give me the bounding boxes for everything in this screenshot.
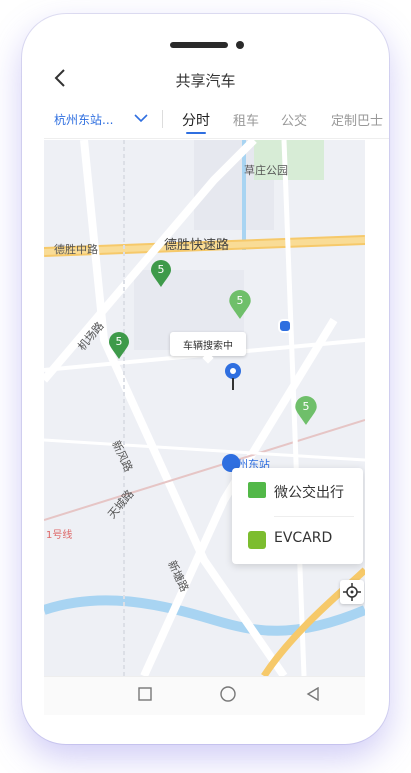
- map-label-desheng-middle: 德胜中路: [54, 243, 98, 256]
- speaker-notch: [170, 42, 228, 48]
- tab-gongjiao[interactable]: 公交: [281, 110, 307, 129]
- camera-dot: [236, 41, 244, 49]
- searching-bubble: 车辆搜索中: [170, 332, 246, 364]
- active-tab-indicator: [186, 132, 206, 134]
- city-selector-label[interactable]: 杭州东站...: [54, 111, 113, 128]
- map-view[interactable]: 草庄公园 德胜快速路 德胜中路 机场路 新风路 天城路 新塘路 杭州东站 1号线…: [44, 140, 365, 676]
- car-count-marker[interactable]: 5: [294, 396, 318, 430]
- provider-popup: 微公交出行 EVCARD: [232, 468, 363, 564]
- circle-icon[interactable]: [220, 686, 236, 706]
- provider-label: EVCARD: [274, 530, 333, 546]
- provider-label: 微公交出行: [274, 485, 344, 501]
- chevron-down-icon[interactable]: [134, 110, 148, 124]
- provider-item[interactable]: 微公交出行: [232, 468, 363, 516]
- map-label-expressway: 德胜快速路: [164, 238, 230, 253]
- map-label-metro-line: 1号线: [46, 530, 73, 541]
- marker-count: 5: [302, 400, 310, 413]
- header: 共享汽车: [22, 62, 389, 98]
- triangle-back-icon[interactable]: [306, 686, 320, 705]
- android-nav-bar: [44, 676, 365, 715]
- car-count-marker[interactable]: 5: [150, 260, 172, 292]
- provider-item[interactable]: EVCARD: [232, 516, 363, 564]
- page-title: 共享汽车: [175, 72, 236, 90]
- locate-button[interactable]: [340, 580, 364, 604]
- square-icon[interactable]: [138, 686, 152, 705]
- tab-divider: [162, 110, 163, 128]
- phone-frame: 共享汽车 杭州东站... 分时 租车 公交 定制巴士 草庄公园 德胜快速路 德胜…: [22, 14, 389, 744]
- tab-zuche[interactable]: 租车: [233, 110, 259, 129]
- map-label-park: 草庄公园: [244, 164, 288, 177]
- marker-count: 5: [236, 294, 244, 307]
- tab-fenshi[interactable]: 分时: [182, 110, 210, 130]
- marker-count: 5: [157, 263, 165, 276]
- searching-bubble-label: 车辆搜索中: [183, 341, 233, 352]
- evcard-logo-icon: [248, 531, 266, 549]
- bus-logo-icon: [248, 482, 266, 498]
- car-count-marker[interactable]: 5: [108, 332, 130, 364]
- location-pin-icon: [224, 362, 242, 396]
- user-location-dot: [278, 319, 292, 333]
- tab-bar: 杭州东站... 分时 租车 公交 定制巴士: [44, 104, 389, 139]
- tab-dingzhi-bashi[interactable]: 定制巴士: [331, 110, 383, 129]
- marker-count: 5: [115, 335, 123, 348]
- crosshair-icon: [343, 583, 361, 601]
- car-count-marker[interactable]: 5: [228, 290, 252, 324]
